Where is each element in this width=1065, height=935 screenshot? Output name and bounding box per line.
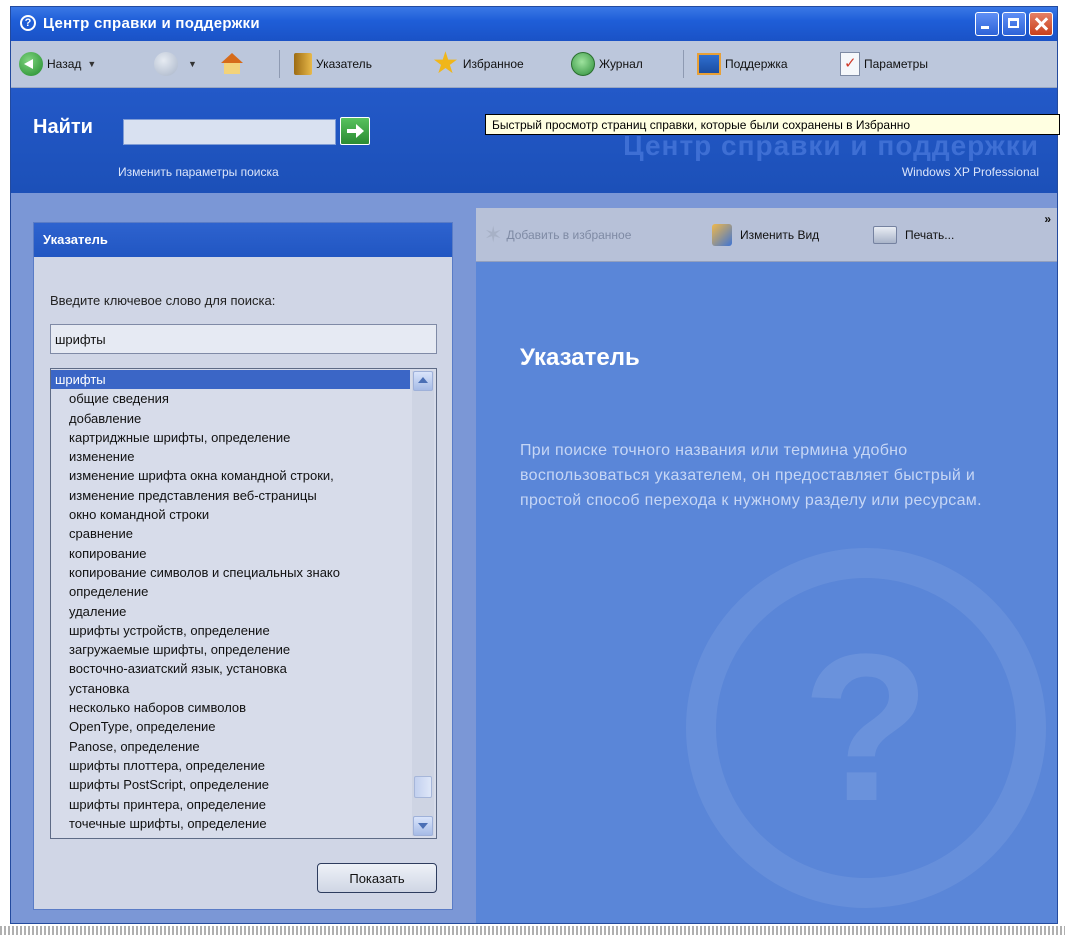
show-button[interactable]: Показать — [317, 863, 437, 893]
forward-button[interactable]: ▼ — [154, 41, 197, 87]
index-list-item[interactable]: загружаемые шрифты, определение — [51, 640, 410, 659]
add-favorite-label: Добавить в избранное — [506, 227, 632, 242]
index-list-item[interactable]: изменение шрифта окна командной строки, — [51, 466, 410, 485]
options-label: Параметры — [864, 57, 928, 71]
favorites-button[interactable]: ★ Избранное — [432, 41, 524, 87]
content-title: Указатель — [520, 344, 640, 371]
search-options-link[interactable]: Изменить параметры поиска — [118, 165, 279, 179]
index-items: шрифты общие сведения добавление картриджны… — [51, 370, 410, 833]
index-button[interactable]: Указатель — [294, 41, 372, 87]
scroll-thumb[interactable] — [414, 776, 432, 798]
support-label: Поддержка — [725, 57, 788, 71]
index-list-item[interactable]: сравнение — [51, 524, 410, 543]
back-button[interactable]: Назад ▼ — [19, 41, 96, 87]
index-label: Указатель — [316, 57, 372, 71]
print-button[interactable]: Печать... — [873, 208, 954, 261]
keyword-input[interactable] — [50, 324, 437, 354]
help-icon: ? — [20, 15, 36, 31]
index-list-item[interactable]: восточно-азиатский язык, установка — [51, 659, 410, 678]
search-go-button[interactable] — [340, 117, 370, 145]
support-icon — [697, 53, 721, 75]
favorites-label: Избранное — [462, 57, 524, 71]
print-label: Печать... — [905, 227, 955, 242]
toolbar-divider — [683, 50, 684, 78]
title-bar[interactable]: ? Центр справки и поддержки — [11, 7, 1057, 41]
pane-header: Указатель — [34, 223, 452, 257]
content-toolbar: ✶ Добавить в избранное Изменить Вид Печа… — [476, 208, 1057, 262]
options-icon — [840, 52, 860, 76]
index-list-item[interactable]: удаление — [51, 602, 410, 621]
index-list-item[interactable]: шрифты плоттера, определение — [51, 756, 410, 775]
index-listbox[interactable]: шрифты общие сведения добавление картриджны… — [50, 368, 437, 839]
search-input[interactable] — [123, 119, 336, 145]
index-list-item[interactable]: шрифты PostScript, определение — [51, 775, 410, 794]
index-list-item[interactable]: окно командной строки — [51, 505, 410, 524]
window-title: Центр справки и поддержки — [43, 15, 260, 32]
index-list-item[interactable]: копирование — [51, 544, 410, 563]
search-band: Найти Изменить параметры поиска Центр сп… — [11, 88, 1057, 193]
favorites-tooltip: Быстрый просмотр страниц справки, которы… — [485, 114, 1060, 135]
find-label: Найти — [33, 116, 93, 138]
index-list-item[interactable]: несколько наборов символов — [51, 698, 410, 717]
index-list-item[interactable]: определение — [51, 582, 410, 601]
add-favorite-icon: ✶ — [484, 221, 503, 247]
printer-icon — [873, 225, 897, 244]
question-mark-watermark-icon: ? — [686, 548, 1046, 908]
back-label: Назад — [47, 57, 82, 71]
index-list-item[interactable]: шрифты принтера, определение — [51, 795, 410, 814]
home-icon — [220, 53, 244, 75]
bottom-edge — [0, 926, 1065, 935]
content-pane: ✶ Добавить в избранное Изменить Вид Печа… — [476, 208, 1057, 923]
change-view-button[interactable]: Изменить Вид — [712, 208, 819, 261]
index-list-item[interactable]: OpenType, определение — [51, 717, 410, 736]
scroll-down-icon[interactable] — [413, 816, 433, 836]
change-view-icon — [712, 223, 732, 246]
more-chevron-icon[interactable]: » — [1044, 212, 1051, 226]
back-dropdown-icon[interactable]: ▼ — [87, 59, 96, 69]
index-list-item[interactable]: добавление — [51, 409, 410, 428]
keyword-label: Введите ключевое слово для поиска: — [50, 293, 276, 308]
index-list-item[interactable]: копирование символов и специальных знако — [51, 563, 410, 582]
help-window: ? Центр справки и поддержки Назад ▼ ▼ Ук… — [10, 6, 1058, 924]
change-view-label: Изменить Вид — [740, 227, 820, 242]
forward-dropdown-icon[interactable]: ▼ — [188, 59, 197, 69]
toolbar-divider — [279, 50, 280, 78]
home-button[interactable] — [220, 41, 248, 87]
minimize-button[interactable] — [975, 12, 999, 36]
index-list-item[interactable]: шрифты устройств, определение — [51, 621, 410, 640]
content-text: При поиске точного названия или термина … — [520, 442, 982, 509]
index-list-item[interactable]: установка — [51, 679, 410, 698]
index-list-item[interactable]: картриджные шрифты, определение — [51, 428, 410, 447]
star-icon: ★ — [432, 47, 459, 80]
options-button[interactable]: Параметры — [840, 41, 928, 87]
edition-label: Windows XP Professional — [901, 165, 1039, 179]
support-button[interactable]: Поддержка — [697, 41, 788, 87]
history-label: Журнал — [599, 57, 643, 71]
close-button[interactable] — [1029, 12, 1053, 36]
back-arrow-icon — [19, 52, 43, 76]
index-pane: Указатель Введите ключевое слово для пои… — [33, 222, 453, 910]
scroll-up-icon[interactable] — [413, 371, 433, 391]
scrollbar[interactable] — [412, 371, 434, 836]
history-icon — [571, 52, 595, 76]
index-list-item[interactable]: шрифты — [51, 370, 410, 390]
main-toolbar: Назад ▼ ▼ Указатель ★ Избранное Журнал П… — [11, 41, 1057, 88]
maximize-button[interactable] — [1002, 12, 1026, 36]
index-list-item[interactable]: общие сведения — [51, 389, 410, 408]
history-button[interactable]: Журнал — [571, 41, 643, 87]
index-list-item[interactable]: изменение представления веб-страницы — [51, 486, 410, 505]
add-to-favorites-button[interactable]: ✶ Добавить в избранное — [484, 208, 631, 261]
forward-arrow-icon — [154, 52, 178, 76]
book-icon — [294, 53, 312, 75]
index-list-item[interactable]: точечные шрифты, определение — [51, 814, 410, 833]
index-list-item[interactable]: Panose, определение — [51, 737, 410, 756]
index-list-item[interactable]: изменение — [51, 447, 410, 466]
